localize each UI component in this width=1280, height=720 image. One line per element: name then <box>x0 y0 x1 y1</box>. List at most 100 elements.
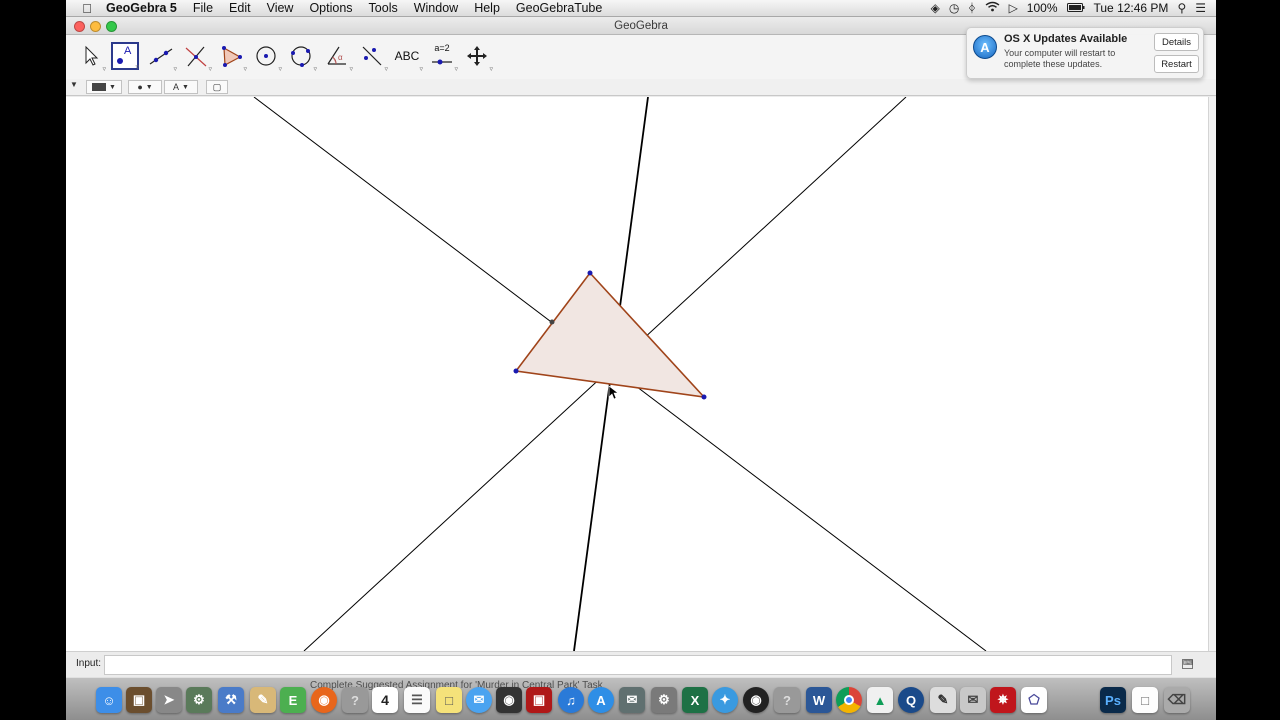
menu-tools[interactable]: Tools <box>361 1 406 15</box>
slider-tool[interactable]: a=2 ▿ <box>428 42 458 73</box>
minimize-window-button[interactable] <box>90 21 101 32</box>
polygon-tool[interactable]: ▿ <box>217 42 247 73</box>
trash-icon[interactable]: ⌫ <box>1164 687 1190 713</box>
facetime-icon[interactable]: ◉ <box>496 687 522 713</box>
label-style-button[interactable]: A ▼ <box>164 80 198 94</box>
triangle-polygon[interactable] <box>514 271 707 399</box>
acrobat-icon[interactable]: ✵ <box>990 687 1016 713</box>
google-drive-icon[interactable]: ▲ <box>867 687 893 713</box>
intersection-point[interactable] <box>549 319 555 325</box>
restart-button[interactable]: Restart <box>1154 55 1199 73</box>
zoom-window-button[interactable] <box>106 21 117 32</box>
circle-through-three-points-tool[interactable]: ▿ <box>287 42 317 73</box>
textedit-icon[interactable]: ☰ <box>404 687 430 713</box>
document-icon[interactable]: □ <box>1132 687 1158 713</box>
svg-text:A: A <box>124 45 132 57</box>
reflect-about-line-tool[interactable]: ▿ <box>358 42 388 73</box>
clock[interactable]: Tue 12:46 PM <box>1094 1 1169 15</box>
xcode-icon[interactable]: ⚒ <box>218 687 244 713</box>
circle-center-point-tool[interactable]: ▿ <box>252 42 282 73</box>
slider-tool-label: a=2 <box>434 43 450 53</box>
preview-icon[interactable]: ▣ <box>126 687 152 713</box>
chrome-icon[interactable] <box>836 687 862 713</box>
itunes-icon[interactable]: ♫ <box>558 687 584 713</box>
spotlight-icon[interactable]: ⚲ <box>1177 1 1186 15</box>
volume-icon[interactable]: ▷ <box>1009 1 1018 15</box>
messages-icon[interactable]: ✉ <box>466 687 492 713</box>
calendar-icon[interactable]: 4 <box>372 687 398 713</box>
graphics-view[interactable] <box>66 97 1208 651</box>
angle-tool[interactable]: α ▿ <box>323 42 353 73</box>
menu-view[interactable]: View <box>259 1 302 15</box>
input-label: Input: <box>76 658 102 669</box>
move-graphics-view-tool[interactable]: ▿ <box>463 42 493 73</box>
notification-center-icon[interactable]: ☰ <box>1195 1 1206 15</box>
reflect-line-icon <box>362 46 382 66</box>
circle-three-points-icon <box>291 46 311 67</box>
menu-help[interactable]: Help <box>466 1 508 15</box>
point-c[interactable] <box>513 368 519 374</box>
gears-icon[interactable]: ⚙ <box>651 687 677 713</box>
time-machine-icon[interactable]: ◷ <box>949 1 959 15</box>
text-tool[interactable]: ABC ▿ <box>393 42 423 73</box>
apple-logo-icon[interactable]:  <box>76 1 98 16</box>
menu-geogebratube[interactable]: GeoGebraTube <box>508 1 610 15</box>
dock: Complete Suggested Assignment for 'Murde… <box>66 677 1216 720</box>
app-store-dock-icon[interactable]: A <box>588 687 614 713</box>
view-resize-handle[interactable] <box>1208 97 1216 651</box>
stylebar-toggle-icon[interactable]: ▼ <box>70 80 78 89</box>
color-button[interactable]: ▼ <box>86 80 122 94</box>
stickies-icon[interactable]: □ <box>436 687 462 713</box>
battery-icon[interactable] <box>1066 1 1085 15</box>
move-tool[interactable]: ▿ <box>76 42 106 73</box>
menu-app[interactable]: GeoGebra 5 <box>98 1 185 15</box>
perpendicular-line-icon <box>185 46 207 67</box>
photo-booth-icon[interactable]: ▣ <box>526 687 552 713</box>
bluetooth-icon[interactable]: ᛄ <box>968 1 975 15</box>
battery-percent: 100% <box>1026 1 1058 15</box>
arrow-cursor-icon <box>85 45 99 66</box>
geogebra-icon[interactable]: ⬠ <box>1021 687 1047 713</box>
fix-object-button[interactable]: ▢ <box>206 80 228 94</box>
notes-app-icon[interactable]: ✎ <box>250 687 276 713</box>
unknown-app-icon-2[interactable]: ? <box>774 687 800 713</box>
point-style-button[interactable]: ● ▼ <box>128 80 162 94</box>
photoshop-icon[interactable]: Ps <box>1100 687 1126 713</box>
excel-icon[interactable]: X <box>682 687 708 713</box>
menu-options[interactable]: Options <box>301 1 360 15</box>
point-b[interactable] <box>701 394 707 400</box>
circle-center-icon <box>256 46 276 66</box>
geometry-drawing <box>253 97 987 651</box>
update-notification: A OS X Updates Available Your computer w… <box>966 27 1204 79</box>
word-icon[interactable]: W <box>806 687 832 713</box>
virtual-keyboard-icon[interactable]: ⌨ <box>1182 659 1193 669</box>
wifi-icon[interactable] <box>985 1 1000 15</box>
menu-window[interactable]: Window <box>406 1 466 15</box>
safari-icon[interactable]: ✦ <box>712 687 738 713</box>
input-field[interactable] <box>104 655 1172 675</box>
menu-edit[interactable]: Edit <box>221 1 259 15</box>
lock-icon: ▢ <box>212 81 222 92</box>
svg-text:α: α <box>338 53 343 62</box>
style-bar: ▼ ▼ ● ▼ A ▼ ▢ <box>66 79 1216 96</box>
finder-icon[interactable]: ☺ <box>96 687 122 713</box>
unknown-app-icon[interactable]: ? <box>342 687 368 713</box>
launchpad-icon[interactable]: ➤ <box>156 687 182 713</box>
point-tool[interactable]: A ▿ <box>111 42 139 71</box>
dvd-player-icon[interactable]: ◉ <box>743 687 769 713</box>
menu-file[interactable]: File <box>185 1 221 15</box>
point-style-icon: ● <box>137 82 143 92</box>
evernote-icon[interactable]: E <box>280 687 306 713</box>
perpendicular-line-tool[interactable]: ▿ <box>182 42 212 73</box>
line-tool[interactable]: ▿ <box>147 42 177 73</box>
sketch-icon[interactable]: ✎ <box>930 687 956 713</box>
mail-send-icon[interactable]: ✉ <box>960 687 986 713</box>
details-button[interactable]: Details <box>1154 33 1199 51</box>
quicktime-icon[interactable]: Q <box>898 687 924 713</box>
system-prefs-icon[interactable]: ⚙ <box>186 687 212 713</box>
close-window-button[interactable] <box>74 21 85 32</box>
firefox-icon[interactable]: ◉ <box>311 687 337 713</box>
mail-icon[interactable]: ✉ <box>619 687 645 713</box>
dropbox-icon[interactable]: ◈ <box>931 1 940 15</box>
point-a[interactable] <box>587 270 593 276</box>
